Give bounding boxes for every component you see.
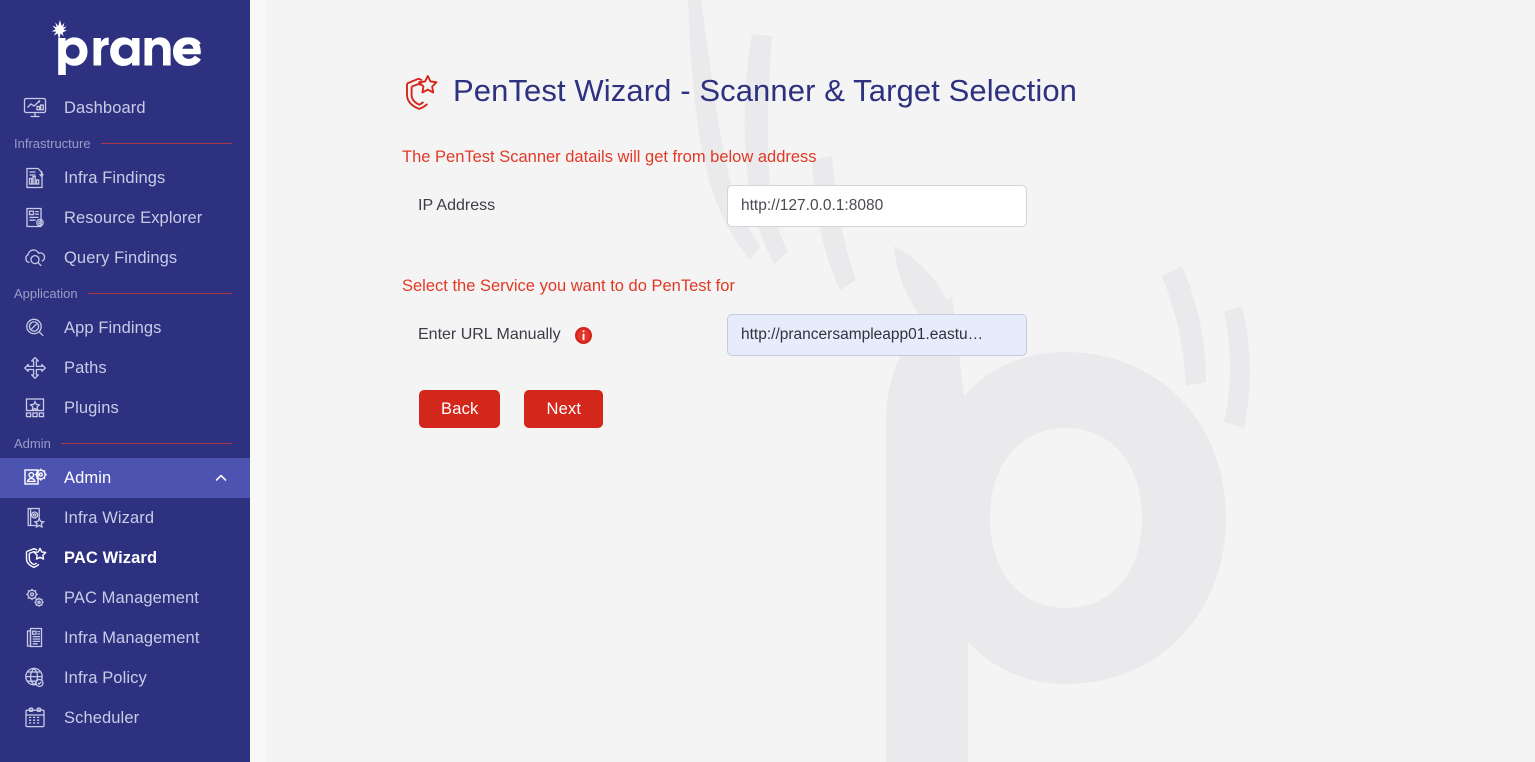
sidebar-item-label: Plugins	[64, 398, 119, 417]
globe-check-icon	[20, 663, 50, 693]
sidebar-item-label: Resource Explorer	[64, 208, 203, 227]
section-title: Application	[14, 285, 78, 301]
document-chart-icon	[20, 163, 50, 193]
sidebar-item-label: Dashboard	[64, 98, 146, 117]
plugin-star-box-icon	[20, 393, 50, 423]
sidebar-item-label: App Findings	[64, 318, 162, 337]
magnifier-pen-icon	[20, 313, 50, 343]
wizard-book-star-icon	[20, 503, 50, 533]
service-note: Select the Service you want to do PenTes…	[402, 277, 735, 295]
sidebar-item-label: Admin	[64, 468, 112, 487]
sidebar-section-admin: Admin	[0, 428, 250, 458]
page-title-text: PenTest Wizard - Scanner & Target Select…	[453, 73, 1078, 108]
back-button[interactable]: Back	[419, 390, 501, 428]
sidebar-item-label: PAC Wizard	[64, 548, 158, 567]
prancer-deer-logo	[51, 20, 201, 75]
sidebar-nav: Dashboard Infrastructure Infra Findings …	[0, 84, 250, 738]
ip-address-input[interactable]	[727, 185, 1027, 227]
app-root: Dashboard Infrastructure Infra Findings …	[0, 0, 1535, 762]
info-circle-icon[interactable]	[574, 326, 592, 344]
section-divider	[60, 442, 232, 444]
gears-icon	[20, 583, 50, 613]
page-title: PenTest Wizard - Scanner & Target Select…	[402, 72, 1535, 110]
sidebar-item-pac-management[interactable]: PAC Management	[0, 578, 250, 618]
four-way-arrow-icon	[20, 353, 50, 383]
section-title: Infrastructure	[14, 135, 91, 151]
sidebar-item-label: Infra Policy	[64, 668, 147, 687]
sidebar-item-infra-wizard[interactable]: Infra Wizard	[0, 498, 250, 538]
sidebar-item-infra-policy[interactable]: Infra Policy	[0, 658, 250, 698]
calendar-icon	[20, 703, 50, 733]
main-content: PenTest Wizard - Scanner & Target Select…	[250, 0, 1535, 762]
url-manual-label-text: Enter URL Manually	[418, 326, 561, 343]
documents-stack-icon	[20, 623, 50, 653]
sidebar-item-label: Infra Findings	[64, 168, 166, 187]
sidebar-item-resource-explorer[interactable]: Resource Explorer	[0, 198, 250, 238]
sidebar-item-label: Infra Management	[64, 628, 200, 647]
sidebar-item-plugins[interactable]: Plugins	[0, 388, 250, 428]
brand-logo[interactable]	[0, 0, 250, 84]
ip-address-row: IP Address	[402, 185, 1535, 227]
shield-star-icon	[20, 543, 50, 573]
sidebar-section-infrastructure: Infrastructure	[0, 128, 250, 158]
sidebar-item-paths[interactable]: Paths	[0, 348, 250, 388]
section-divider	[100, 142, 232, 144]
sidebar-item-label: Scheduler	[64, 708, 140, 727]
sidebar-section-application: Application	[0, 278, 250, 308]
user-gear-icon	[20, 463, 50, 493]
document-gear-icon	[20, 203, 50, 233]
sidebar: Dashboard Infrastructure Infra Findings …	[0, 0, 250, 762]
sidebar-item-infra-management[interactable]: Infra Management	[0, 618, 250, 658]
sidebar-item-app-findings[interactable]: App Findings	[0, 308, 250, 348]
sidebar-item-label: Infra Wizard	[64, 508, 155, 527]
section-divider	[87, 292, 232, 294]
sidebar-item-pac-wizard[interactable]: PAC Wizard	[0, 538, 250, 578]
shield-star-icon	[406, 75, 438, 110]
sidebar-item-admin[interactable]: Admin	[0, 458, 250, 498]
cloud-search-icon	[20, 243, 50, 273]
sidebar-item-label: Paths	[64, 358, 107, 377]
chevron-up-icon[interactable]	[214, 471, 228, 485]
next-button[interactable]: Next	[524, 390, 604, 428]
wizard-actions: Back Next	[402, 390, 1535, 428]
scanner-note: The PenTest Scanner datails will get fro…	[402, 148, 817, 166]
wizard-panel: PenTest Wizard - Scanner & Target Select…	[250, 72, 1535, 428]
url-manual-row: Enter URL Manually http://prancersamplea…	[402, 314, 1535, 356]
section-title: Admin	[14, 435, 51, 451]
ip-address-label: IP Address	[402, 197, 727, 215]
url-manual-select[interactable]: http://prancersampleapp01.eastu…	[727, 314, 1027, 356]
sidebar-item-query-findings[interactable]: Query Findings	[0, 238, 250, 278]
dashboard-monitor-icon	[20, 93, 50, 123]
ip-address-label-text: IP Address	[418, 197, 496, 214]
sidebar-item-label: PAC Management	[64, 588, 199, 607]
sidebar-item-label: Query Findings	[64, 248, 178, 267]
sidebar-item-dashboard[interactable]: Dashboard	[0, 88, 250, 128]
sidebar-item-infra-findings[interactable]: Infra Findings	[0, 158, 250, 198]
url-manual-label: Enter URL Manually	[402, 326, 727, 344]
sidebar-item-scheduler[interactable]: Scheduler	[0, 698, 250, 738]
